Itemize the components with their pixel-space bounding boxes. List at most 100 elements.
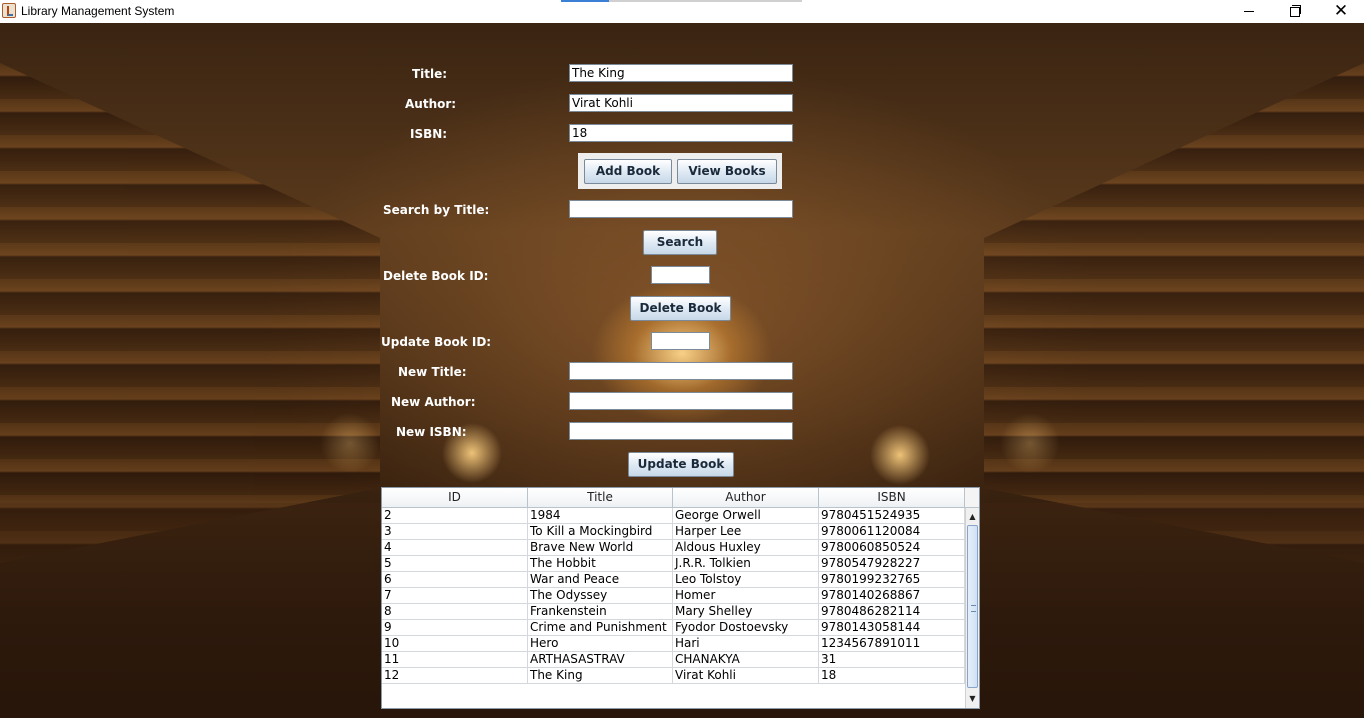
table-cell-id[interactable]: 10 bbox=[382, 636, 528, 652]
table-cell-id[interactable]: 3 bbox=[382, 524, 528, 540]
table-cell-title[interactable]: Frankenstein bbox=[528, 604, 673, 620]
table-cell-author[interactable]: J.R.R. Tolkien bbox=[673, 556, 819, 572]
table-cell-isbn[interactable]: 9780140268867 bbox=[819, 588, 965, 604]
view-books-button[interactable]: View Books bbox=[677, 159, 777, 184]
column-header-title[interactable]: Title bbox=[528, 488, 673, 508]
table-cell-author[interactable]: CHANAKYA bbox=[673, 652, 819, 668]
table-cell-isbn[interactable]: 9780199232765 bbox=[819, 572, 965, 588]
table-cell-author[interactable]: Harper Lee bbox=[673, 524, 819, 540]
scrollbar-grip-icon bbox=[971, 605, 976, 612]
new-author-label: New Author: bbox=[391, 395, 476, 409]
window-title: Library Management System bbox=[21, 4, 175, 18]
close-icon[interactable]: ✕ bbox=[1318, 0, 1364, 23]
add-book-button[interactable]: Add Book bbox=[584, 159, 672, 184]
table-cell-title[interactable]: ARTHASASTRAV bbox=[528, 652, 673, 668]
table-cell-title[interactable]: Brave New World bbox=[528, 540, 673, 556]
table-cell-id[interactable]: 9 bbox=[382, 620, 528, 636]
table-cell-title[interactable]: War and Peace bbox=[528, 572, 673, 588]
scroll-down-arrow-icon[interactable]: ▼ bbox=[966, 692, 979, 706]
table-cell-id[interactable]: 2 bbox=[382, 508, 528, 524]
table-row[interactable]: 11 ARTHASASTRAV CHANAKYA 31 bbox=[382, 652, 965, 668]
scrollbar-thumb[interactable] bbox=[967, 525, 978, 688]
titlebar-accent bbox=[561, 0, 609, 2]
table-cell-title[interactable]: 1984 bbox=[528, 508, 673, 524]
table-row[interactable]: 4 Brave New World Aldous Huxley 97800608505… bbox=[382, 540, 965, 556]
table-cell-isbn[interactable]: 9780061120084 bbox=[819, 524, 965, 540]
scroll-up-arrow-icon[interactable]: ▲ bbox=[966, 510, 979, 524]
table-row[interactable]: 3 To Kill a Mockingbird Harper Lee 97800611… bbox=[382, 524, 965, 540]
table-cell-author[interactable]: Fyodor Dostoevsky bbox=[673, 620, 819, 636]
new-title-label: New Title: bbox=[398, 365, 467, 379]
search-by-title-label: Search by Title: bbox=[383, 203, 490, 217]
table-cell-isbn[interactable]: 9780143058144 bbox=[819, 620, 965, 636]
table-cell-author[interactable]: Aldous Huxley bbox=[673, 540, 819, 556]
new-title-input[interactable] bbox=[569, 362, 793, 380]
delete-book-button[interactable]: Delete Book bbox=[630, 296, 731, 321]
table-cell-author[interactable]: Leo Tolstoy bbox=[673, 572, 819, 588]
table-cell-author[interactable]: Hari bbox=[673, 636, 819, 652]
table-cell-isbn[interactable]: 9780451524935 bbox=[819, 508, 965, 524]
column-header-author[interactable]: Author bbox=[673, 488, 819, 508]
table-cell-title[interactable]: To Kill a Mockingbird bbox=[528, 524, 673, 540]
author-input[interactable] bbox=[569, 94, 793, 112]
table-row[interactable]: 7 The Odyssey Homer 9780140268867 bbox=[382, 588, 965, 604]
update-book-button[interactable]: Update Book bbox=[628, 452, 734, 477]
table-cell-author[interactable]: Virat Kohli bbox=[673, 668, 819, 684]
table-cell-isbn[interactable]: 9780547928227 bbox=[819, 556, 965, 572]
table-cell-author[interactable]: Mary Shelley bbox=[673, 604, 819, 620]
table-vertical-scrollbar[interactable]: ▲ ▼ bbox=[965, 508, 979, 708]
new-author-input[interactable] bbox=[569, 392, 793, 410]
table-cell-isbn[interactable]: 1234567891011 bbox=[819, 636, 965, 652]
table-cell-isbn[interactable]: 9780486282114 bbox=[819, 604, 965, 620]
table-cell-author[interactable]: George Orwell bbox=[673, 508, 819, 524]
delete-book-id-label: Delete Book ID: bbox=[383, 269, 489, 283]
table-cell-title[interactable]: The King bbox=[528, 668, 673, 684]
table-cell-title[interactable]: Hero bbox=[528, 636, 673, 652]
table-header-corner bbox=[965, 488, 979, 508]
column-header-isbn[interactable]: ISBN bbox=[819, 488, 965, 508]
java-cup-icon bbox=[2, 3, 16, 18]
delete-book-id-input[interactable] bbox=[651, 266, 710, 284]
title-input[interactable] bbox=[569, 64, 793, 82]
table-row[interactable]: 5 The Hobbit J.R.R. Tolkien 9780547928227 bbox=[382, 556, 965, 572]
table-row[interactable]: 12 The King Virat Kohli 18 bbox=[382, 668, 965, 684]
new-isbn-input[interactable] bbox=[569, 422, 793, 440]
table-cell-isbn[interactable]: 9780060850524 bbox=[819, 540, 965, 556]
table-cell-id[interactable]: 8 bbox=[382, 604, 528, 620]
update-book-id-label: Update Book ID: bbox=[381, 335, 492, 349]
right-bookshelf-decor bbox=[984, 63, 1364, 563]
isbn-label: ISBN: bbox=[410, 127, 448, 141]
table-cell-isbn[interactable]: 18 bbox=[819, 668, 965, 684]
table-cell-id[interactable]: 4 bbox=[382, 540, 528, 556]
column-header-id[interactable]: ID bbox=[382, 488, 528, 508]
table-cell-id[interactable]: 6 bbox=[382, 572, 528, 588]
table-row[interactable]: 2 1984 George Orwell 9780451524935 bbox=[382, 508, 965, 524]
table-cell-isbn[interactable]: 31 bbox=[819, 652, 965, 668]
left-bookshelf-decor bbox=[0, 63, 380, 563]
table-row[interactable]: 9 Crime and Punishment Fyodor Dostoevsky 97… bbox=[382, 620, 965, 636]
title-label: Title: bbox=[412, 67, 448, 81]
table-cell-title[interactable]: The Hobbit bbox=[528, 556, 673, 572]
isbn-input[interactable] bbox=[569, 124, 793, 142]
table-header: ID Title Author ISBN bbox=[382, 488, 965, 508]
table-row[interactable]: 8 Frankenstein Mary Shelley 9780486282114 bbox=[382, 604, 965, 620]
author-label: Author: bbox=[405, 97, 457, 111]
table-cell-title[interactable]: The Odyssey bbox=[528, 588, 673, 604]
table-row[interactable]: 6 War and Peace Leo Tolstoy 9780199232765 bbox=[382, 572, 965, 588]
window-titlebar: Library Management System ✕ bbox=[0, 0, 1364, 23]
table-cell-id[interactable]: 5 bbox=[382, 556, 528, 572]
minimize-icon[interactable] bbox=[1226, 0, 1272, 23]
table-cell-id[interactable]: 12 bbox=[382, 668, 528, 684]
table-cell-title[interactable]: Crime and Punishment bbox=[528, 620, 673, 636]
search-input[interactable] bbox=[569, 200, 793, 218]
search-button[interactable]: Search bbox=[643, 230, 717, 255]
table-row[interactable]: 10 Hero Hari 1234567891011 bbox=[382, 636, 965, 652]
new-isbn-label: New ISBN: bbox=[396, 425, 467, 439]
table-cell-id[interactable]: 7 bbox=[382, 588, 528, 604]
table-cell-id[interactable]: 11 bbox=[382, 652, 528, 668]
restore-icon[interactable] bbox=[1272, 0, 1318, 23]
books-table[interactable]: ID Title Author ISBN 2 1984 George Orwell 9… bbox=[381, 487, 980, 709]
library-background: Title: Author: ISBN: Add Book View Books… bbox=[0, 23, 1364, 718]
table-cell-author[interactable]: Homer bbox=[673, 588, 819, 604]
update-book-id-input[interactable] bbox=[651, 332, 710, 350]
